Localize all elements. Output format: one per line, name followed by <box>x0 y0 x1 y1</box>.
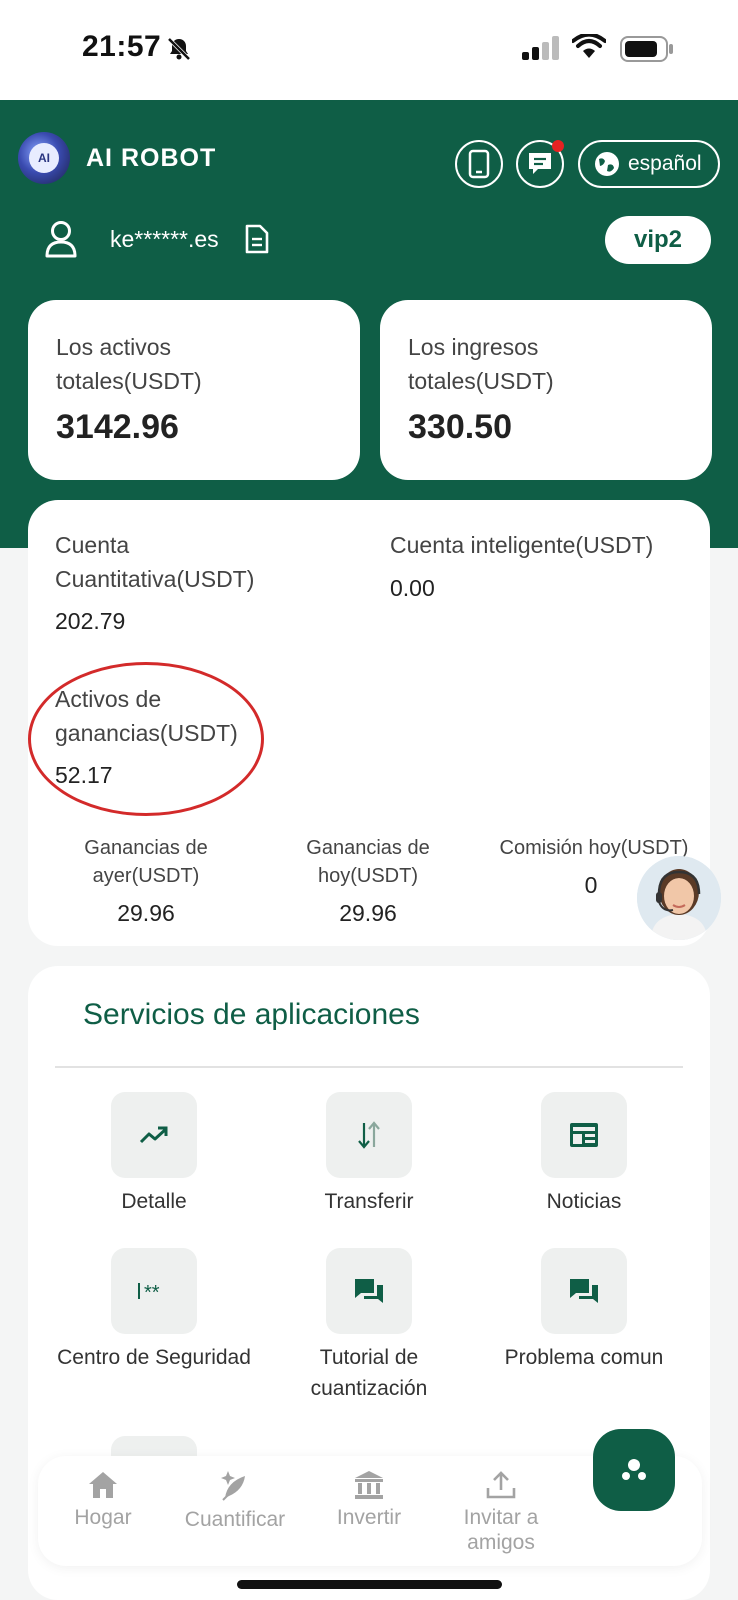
nav-invitar[interactable]: Invitar a amigos <box>436 1470 566 1555</box>
notification-dot <box>552 140 564 152</box>
logo-text: AI <box>29 143 59 173</box>
services-divider <box>55 1066 683 1068</box>
nav-cuantificar[interactable]: Cuantificar <box>170 1470 300 1532</box>
svg-text:**: ** <box>144 1282 160 1302</box>
bell-muted-icon <box>167 37 191 61</box>
newspaper-icon <box>570 1123 598 1147</box>
cellular-signal-icon <box>522 36 559 60</box>
service-noticias-button[interactable] <box>541 1092 627 1178</box>
username: ke******.es <box>110 226 219 252</box>
service-problema-button[interactable] <box>541 1248 627 1334</box>
globe-icon <box>595 152 619 176</box>
home-indicator <box>237 1580 502 1589</box>
service-transferir-button[interactable] <box>326 1092 412 1178</box>
password-icon: ** <box>138 1282 160 1302</box>
language-selector[interactable]: español <box>578 140 720 188</box>
service-noticias-label: Noticias <box>546 1190 622 1213</box>
service-detalle-button[interactable] <box>111 1092 197 1178</box>
document-icon[interactable] <box>244 224 270 254</box>
smart-account-value: 0.00 <box>390 575 435 601</box>
total-income-value: 330.50 <box>408 408 512 446</box>
app-title: AI ROBOT <box>86 144 217 172</box>
chat-icon <box>355 1279 383 1303</box>
feather-icon <box>221 1471 245 1501</box>
nav-invertir[interactable]: Invertir <box>304 1470 434 1530</box>
status-bar: 21:57 <box>0 0 738 100</box>
service-seguridad-button[interactable]: ** <box>111 1248 197 1334</box>
chat-icon <box>570 1279 598 1303</box>
phone-icon <box>468 149 490 179</box>
total-assets-value: 3142.96 <box>56 408 179 446</box>
smart-account-label: Cuenta inteligente(USDT) <box>390 532 654 558</box>
status-time: 21:57 <box>82 30 162 63</box>
messages-button[interactable] <box>516 140 564 188</box>
nav-invitar-label: Invitar a amigos <box>463 1506 539 1554</box>
wifi-icon <box>572 34 606 58</box>
yesterday-earnings-label: Ganancias de ayer(USDT) <box>84 837 208 887</box>
service-detalle-label: Detalle <box>121 1190 187 1213</box>
service-tutorial-button[interactable] <box>326 1248 412 1334</box>
trending-up-icon <box>139 1126 168 1144</box>
service-tutorial-label: Tutorial de cuantización <box>310 1346 428 1400</box>
service-problema-label: Problema comun <box>504 1346 664 1369</box>
nav-cuantificar-label: Cuantificar <box>184 1508 286 1531</box>
customer-service-fab[interactable] <box>593 1429 675 1511</box>
support-icon <box>622 1459 646 1480</box>
home-icon <box>89 1472 117 1498</box>
today-earnings-value: 29.96 <box>339 900 397 926</box>
nav-invertir-label: Invertir <box>336 1506 402 1529</box>
total-assets-label: Los activos totales(USDT) <box>56 334 202 394</box>
vip-badge[interactable]: vip2 <box>605 216 711 264</box>
battery-icon <box>620 36 673 62</box>
bank-icon <box>355 1471 383 1499</box>
service-transferir-label: Transferir <box>324 1190 414 1213</box>
services-title: Servicios de aplicaciones <box>83 998 420 1031</box>
quant-account-value: 202.79 <box>55 608 126 634</box>
nav-hogar-label: Hogar <box>74 1506 132 1529</box>
yesterday-earnings-value: 29.96 <box>117 900 175 926</box>
app-logo: AI <box>18 132 70 184</box>
download-app-button[interactable] <box>455 140 503 188</box>
language-label: español <box>628 152 702 175</box>
nav-hogar[interactable]: Hogar <box>38 1470 168 1530</box>
total-income-card: Los ingresos totales(USDT) 330.50 <box>380 300 712 480</box>
today-earnings-label: Ganancias de hoy(USDT) <box>306 837 430 887</box>
support-agent-icon <box>637 856 721 940</box>
total-income-label: Los ingresos totales(USDT) <box>408 334 554 394</box>
red-circle-annotation <box>28 662 264 816</box>
swap-vertical-icon <box>358 1121 380 1149</box>
message-icon <box>529 153 551 174</box>
total-assets-card: Los activos totales(USDT) 3142.96 <box>28 300 360 480</box>
share-upload-icon <box>486 1471 516 1499</box>
user-icon <box>45 221 77 258</box>
quant-account-label: Cuenta Cuantitativa(USDT) <box>55 532 255 592</box>
customer-service-avatar[interactable] <box>637 856 721 940</box>
service-seguridad-label: Centro de Seguridad <box>57 1346 251 1369</box>
